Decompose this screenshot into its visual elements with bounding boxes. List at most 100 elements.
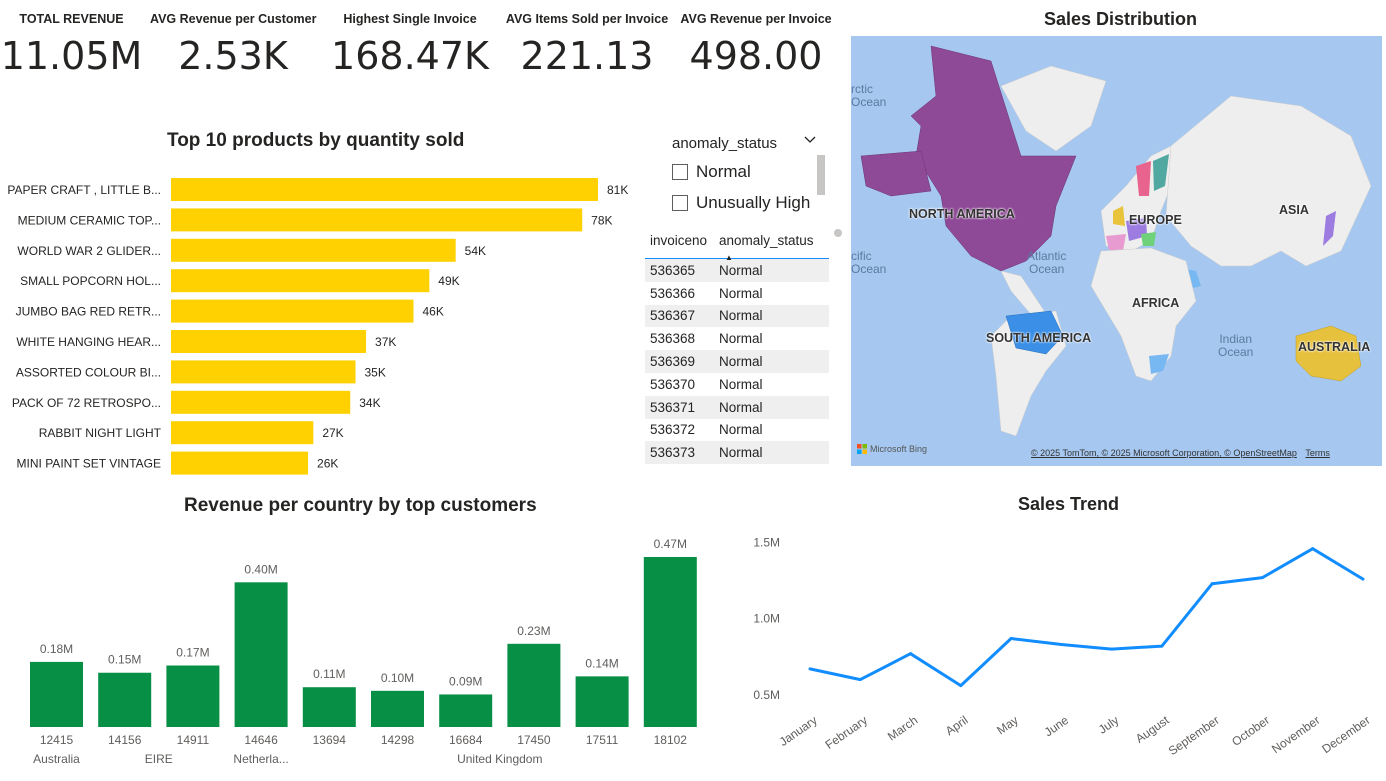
slicer-option-normal[interactable]: Normal <box>672 162 751 182</box>
product-bar[interactable] <box>171 330 367 353</box>
sales-trend-point[interactable] <box>808 667 812 671</box>
slicer-option-label: Unusually High <box>696 193 811 212</box>
column-header-anomaly-status[interactable]: anomaly_status <box>719 228 829 258</box>
sales-trend-point[interactable] <box>909 652 913 656</box>
table-body: 536365 Normal 536366 Normal 536367 Normal 5363… <box>645 259 829 465</box>
sales-trend-point[interactable] <box>1361 577 1365 581</box>
y-tick-label: 0.5M <box>753 688 780 702</box>
country-data-label: 0.10M <box>381 671 414 685</box>
checkbox[interactable] <box>672 164 688 180</box>
customer-tick-label: 14911 <box>177 733 210 747</box>
product-bar[interactable] <box>171 238 456 262</box>
table-header: invoiceno anomaly_status ▲ <box>645 228 829 262</box>
sales-trend-point[interactable] <box>1210 582 1214 586</box>
cell-invoiceno: 536367 <box>650 308 696 324</box>
country-bar[interactable] <box>575 676 629 727</box>
product-bar[interactable] <box>171 299 414 323</box>
kpi-value: 11.05M <box>0 34 143 78</box>
chevron-down-icon[interactable] <box>803 132 817 149</box>
sales-trend-point[interactable] <box>858 678 862 682</box>
country-revenue-chart[interactable]: 0.18M 12415 0.15M 14156 0.17M 14911 0.40M 14646… <box>0 525 720 781</box>
table-row[interactable]: 536368 Normal <box>645 327 829 350</box>
country-data-label: 0.11M <box>313 667 345 681</box>
product-data-label: 37K <box>375 335 396 349</box>
country-data-label: 0.09M <box>449 674 482 688</box>
column-header-invoiceno[interactable]: invoiceno <box>645 228 719 258</box>
slicer-scrollbar[interactable] <box>817 155 825 195</box>
sales-trend-chart[interactable]: 0.5M 1.0M 1.5M January February March April May… <box>740 520 1386 781</box>
y-tick-label: 1.0M <box>753 612 780 626</box>
y-tick-label: 1.5M <box>753 536 780 550</box>
table-row[interactable]: 536371 Normal <box>645 395 829 419</box>
sales-trend-point[interactable] <box>1110 647 1114 651</box>
product-data-label: 54K <box>465 244 486 258</box>
month-tick-label: November <box>1269 713 1322 756</box>
cell-anomaly-status: Normal <box>719 422 763 438</box>
map-label: NORTH AMERICA <box>909 207 1015 221</box>
country-bar[interactable] <box>98 672 152 727</box>
product-bar[interactable] <box>171 390 351 414</box>
country-bar[interactable] <box>507 643 561 727</box>
sales-trend-point[interactable] <box>1059 643 1063 647</box>
ocean-label: Atlantic Ocean <box>1027 249 1067 276</box>
product-bar[interactable] <box>171 360 356 384</box>
product-bar[interactable] <box>171 451 309 475</box>
kpi-label: Highest Single Invoice <box>343 12 477 26</box>
product-data-label: 78K <box>591 213 612 227</box>
month-tick-label: August <box>1133 713 1172 746</box>
product-bar[interactable] <box>171 178 598 201</box>
table-row[interactable]: 536373 Normal <box>645 441 829 465</box>
month-tick-label: June <box>1042 713 1072 740</box>
slicer-title: anomaly_status <box>672 135 778 152</box>
country-bar[interactable] <box>371 690 424 727</box>
cell-anomaly-status: Normal <box>719 285 763 301</box>
country-group-label: EIRE <box>145 752 173 766</box>
month-tick-label: September <box>1166 713 1222 758</box>
sales-trend-point[interactable] <box>959 684 963 688</box>
table-scrollbar[interactable] <box>834 229 842 237</box>
table-row[interactable]: 536366 Normal <box>645 282 829 305</box>
slicer-option-label: Normal <box>696 162 751 181</box>
table-row[interactable]: 536372 Normal <box>645 419 829 442</box>
product-label: MINI PAINT SET VINTAGE <box>17 457 161 471</box>
kpi-label: TOTAL REVENUE <box>19 12 124 26</box>
product-bar[interactable] <box>171 269 430 293</box>
sales-map[interactable]: NORTH AMERICA EUROPE ASIA AFRICA SOUTH A… <box>851 36 1382 466</box>
sales-trend-point[interactable] <box>1311 547 1315 551</box>
country-data-label: 0.40M <box>244 562 277 576</box>
sales-trend-point[interactable] <box>1009 636 1013 640</box>
table-row[interactable]: 536370 Normal <box>645 373 829 396</box>
world-map <box>860 45 1372 437</box>
sort-ascending-icon: ▲ <box>725 253 733 262</box>
customer-tick-label: 16684 <box>449 733 483 747</box>
table-row[interactable]: 536367 Normal <box>645 304 829 328</box>
sales-trend-point[interactable] <box>1160 644 1164 648</box>
product-bar[interactable] <box>171 421 314 445</box>
country-bar[interactable] <box>166 665 220 727</box>
top-products-chart[interactable]: PAPER CRAFT , LITTLE B... 81K MEDIUM CERAM… <box>0 170 640 480</box>
bing-brand: Microsoft Bing <box>870 444 928 454</box>
ocean-label: cific Ocean <box>851 249 887 276</box>
table-row[interactable]: 536365 Normal <box>645 259 829 282</box>
product-data-label: 81K <box>607 183 628 197</box>
sales-trend-point[interactable] <box>1260 576 1264 580</box>
map-title: Sales Distribution <box>1044 9 1198 29</box>
attribution-text[interactable]: © 2025 TomTom, © 2025 Microsoft Corporat… <box>1031 448 1297 458</box>
country-bar[interactable] <box>234 582 288 727</box>
map-label: AUSTRALIA <box>1298 340 1371 354</box>
terms-link[interactable]: Terms <box>1305 448 1330 458</box>
table-row[interactable]: 536369 Normal <box>645 350 829 373</box>
checkbox[interactable] <box>672 195 688 211</box>
product-label: SMALL POPCORN HOL... <box>20 274 161 288</box>
cell-invoiceno: 536371 <box>650 399 696 415</box>
country-bar[interactable] <box>302 687 356 727</box>
country-bar[interactable] <box>439 694 493 727</box>
map-label: ASIA <box>1279 203 1309 217</box>
slicer-option-unusually-high[interactable]: Unusually High <box>672 193 810 213</box>
customer-tick-label: 14298 <box>381 733 415 747</box>
country-data-label: 0.17M <box>176 646 209 660</box>
country-bar[interactable] <box>643 557 697 727</box>
product-bar[interactable] <box>171 208 583 232</box>
sales-trend-line[interactable] <box>809 547 1364 688</box>
country-bar[interactable] <box>30 661 83 727</box>
